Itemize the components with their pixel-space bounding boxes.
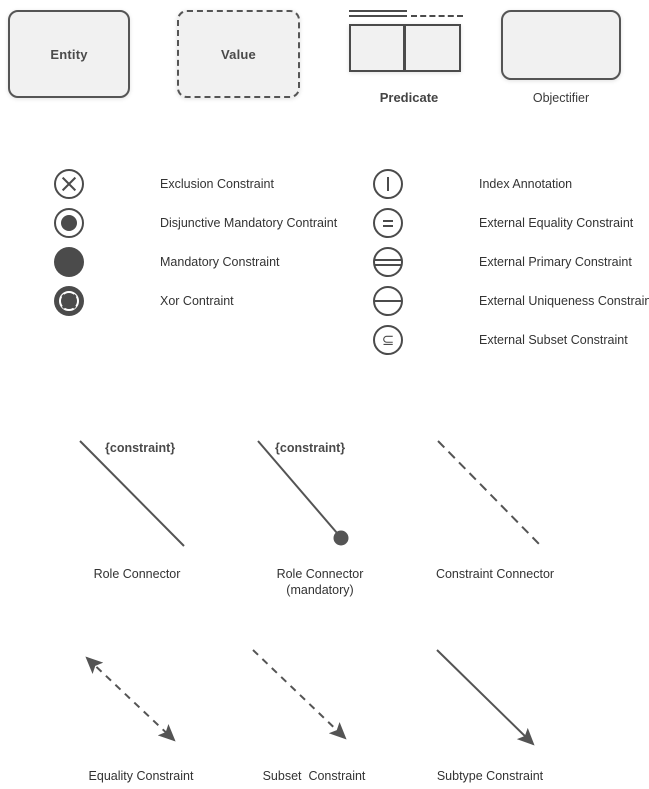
legend-row-external-equality-constraint[interactable]: External Equality Constraint bbox=[373, 208, 649, 238]
subtype-constraint-label: Subtype Constraint bbox=[436, 769, 544, 783]
objectifier-shape[interactable] bbox=[501, 10, 621, 80]
predicate-label: Predicate bbox=[379, 90, 439, 105]
value-label: Value bbox=[221, 46, 256, 62]
legend-row-mandatory-constraint[interactable]: Mandatory Constraint bbox=[54, 247, 354, 277]
role-connector-label: Role Connector bbox=[93, 567, 181, 581]
legend-row-exclusion-constraint[interactable]: Exclusion Constraint bbox=[54, 169, 354, 199]
predicate-role-cell[interactable] bbox=[349, 24, 405, 72]
entity-shape[interactable]: Entity bbox=[8, 10, 130, 98]
predicate-uniqueness-bar-1 bbox=[349, 10, 407, 12]
role-connector-constraint-tag: {constraint} bbox=[105, 441, 176, 455]
legend-row-index-annotation[interactable]: Index Annotation bbox=[373, 169, 649, 199]
role-connector-mandatory-label: Role Connector (mandatory) bbox=[276, 567, 364, 597]
connector-lines bbox=[79, 440, 542, 746]
constraint-connector-label: Constraint Connector bbox=[435, 567, 555, 581]
equality-constraint-label: Equality Constraint bbox=[88, 769, 194, 783]
predicate-uniqueness-bar-2 bbox=[349, 15, 407, 17]
orm-notation-legend: Entity Value Predicate Objectifier Exclu… bbox=[0, 0, 649, 789]
exclusion-constraint-icon bbox=[54, 169, 84, 199]
subset-constraint-label: Subset Constraint bbox=[262, 769, 366, 783]
legend-row-external-primary-constraint[interactable]: External Primary Constraint bbox=[373, 247, 649, 277]
value-shape[interactable]: Value bbox=[177, 10, 300, 98]
disjunctive-mandatory-constraint-icon bbox=[54, 208, 84, 238]
legend-label: External Subset Constraint bbox=[479, 333, 628, 347]
role-connector-mandatory-constraint-tag: {constraint} bbox=[275, 441, 346, 455]
external-equality-constraint-icon bbox=[373, 208, 403, 238]
entity-label: Entity bbox=[50, 46, 88, 62]
legend-row-external-uniqueness-constraint[interactable]: External Uniqueness Constraint bbox=[373, 286, 649, 316]
predicate-shape[interactable] bbox=[349, 10, 467, 72]
predicate-roles bbox=[349, 24, 461, 72]
external-uniqueness-constraint-icon bbox=[373, 286, 403, 316]
legend-row-external-subset-constraint[interactable]: ⊆ External Subset Constraint bbox=[373, 325, 649, 355]
legend-row-xor-constraint[interactable]: Xor Contraint bbox=[54, 286, 354, 316]
index-annotation-icon bbox=[373, 169, 403, 199]
legend-label: Mandatory Constraint bbox=[160, 255, 280, 269]
legend-label: External Primary Constraint bbox=[479, 255, 632, 269]
xor-constraint-icon bbox=[54, 286, 84, 316]
legend-label: Xor Contraint bbox=[160, 294, 234, 308]
external-subset-constraint-icon: ⊆ bbox=[373, 325, 403, 355]
legend-label: External Uniqueness Constraint bbox=[479, 294, 649, 308]
objectifier-label: Objectifier bbox=[532, 91, 590, 105]
legend-label: Exclusion Constraint bbox=[160, 177, 274, 191]
predicate-role-cell[interactable] bbox=[405, 24, 461, 72]
legend-label: Disjunctive Mandatory Contraint bbox=[160, 216, 338, 230]
mandatory-constraint-icon bbox=[54, 247, 84, 277]
legend-label: Index Annotation bbox=[479, 177, 573, 191]
predicate-dashed-bar bbox=[411, 15, 463, 17]
legend-label: External Equality Constraint bbox=[479, 216, 634, 230]
external-primary-constraint-icon bbox=[373, 247, 403, 277]
legend-row-disjunctive-mandatory-constraint[interactable]: Disjunctive Mandatory Contraint bbox=[54, 208, 354, 238]
